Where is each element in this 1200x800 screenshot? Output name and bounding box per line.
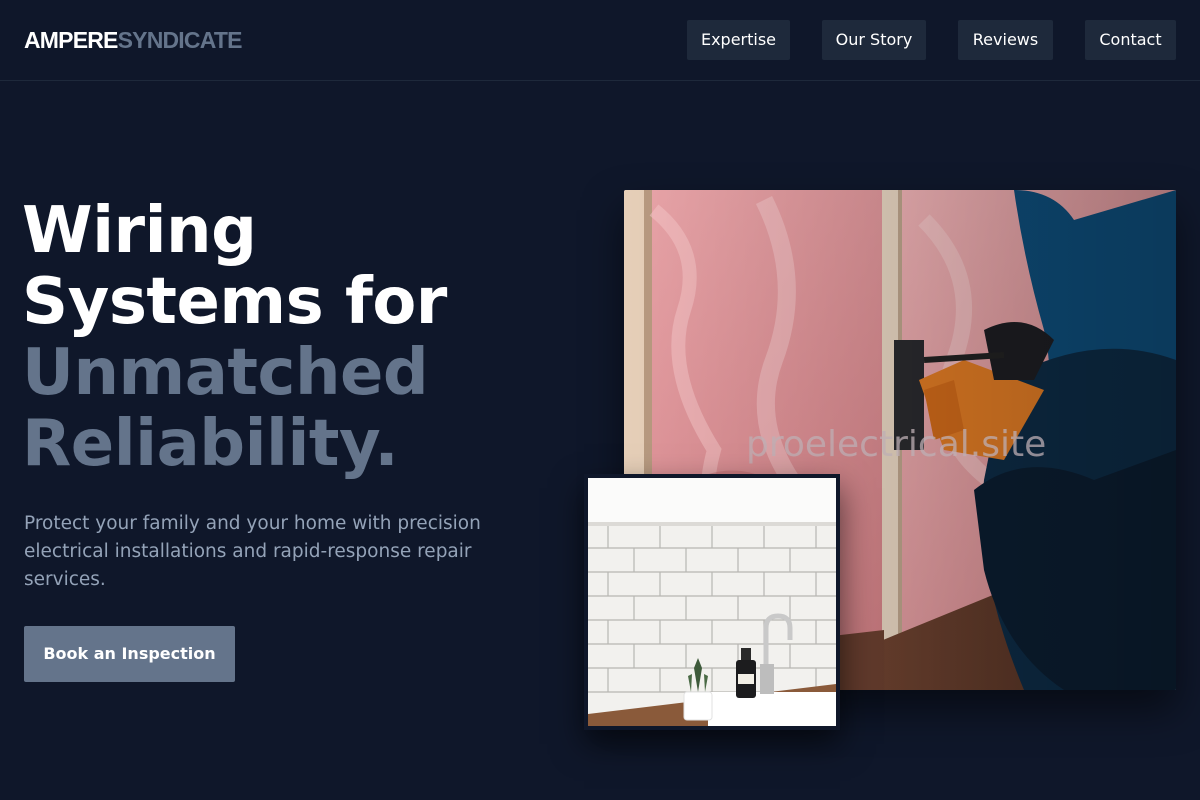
nav-contact[interactable]: Contact — [1085, 20, 1176, 60]
nav-reviews[interactable]: Reviews — [958, 20, 1053, 60]
book-inspection-button[interactable]: Book an Inspection — [24, 626, 235, 682]
hero-title-line-3: Unmatched — [22, 336, 429, 410]
hero-title: Wiring Systems for Unmatched Reliability… — [22, 196, 447, 480]
hero-title-line-1: Wiring — [22, 194, 257, 268]
hero-title-line-4: Reliability. — [22, 407, 399, 481]
site-header: AMPERESYNDICATE Expertise Our Story Revi… — [0, 0, 1200, 81]
hero-description: Protect your family and your home with p… — [24, 513, 481, 590]
logo-primary: AMPERE — [24, 27, 118, 53]
nav-our-story[interactable]: Our Story — [822, 20, 926, 60]
hero-title-line-2: Systems for — [22, 265, 447, 339]
logo[interactable]: AMPERESYNDICATE — [24, 26, 242, 54]
logo-secondary: SYNDICATE — [117, 27, 243, 53]
kitchen-sink-photo — [584, 474, 840, 730]
nav-expertise[interactable]: Expertise — [687, 20, 790, 60]
